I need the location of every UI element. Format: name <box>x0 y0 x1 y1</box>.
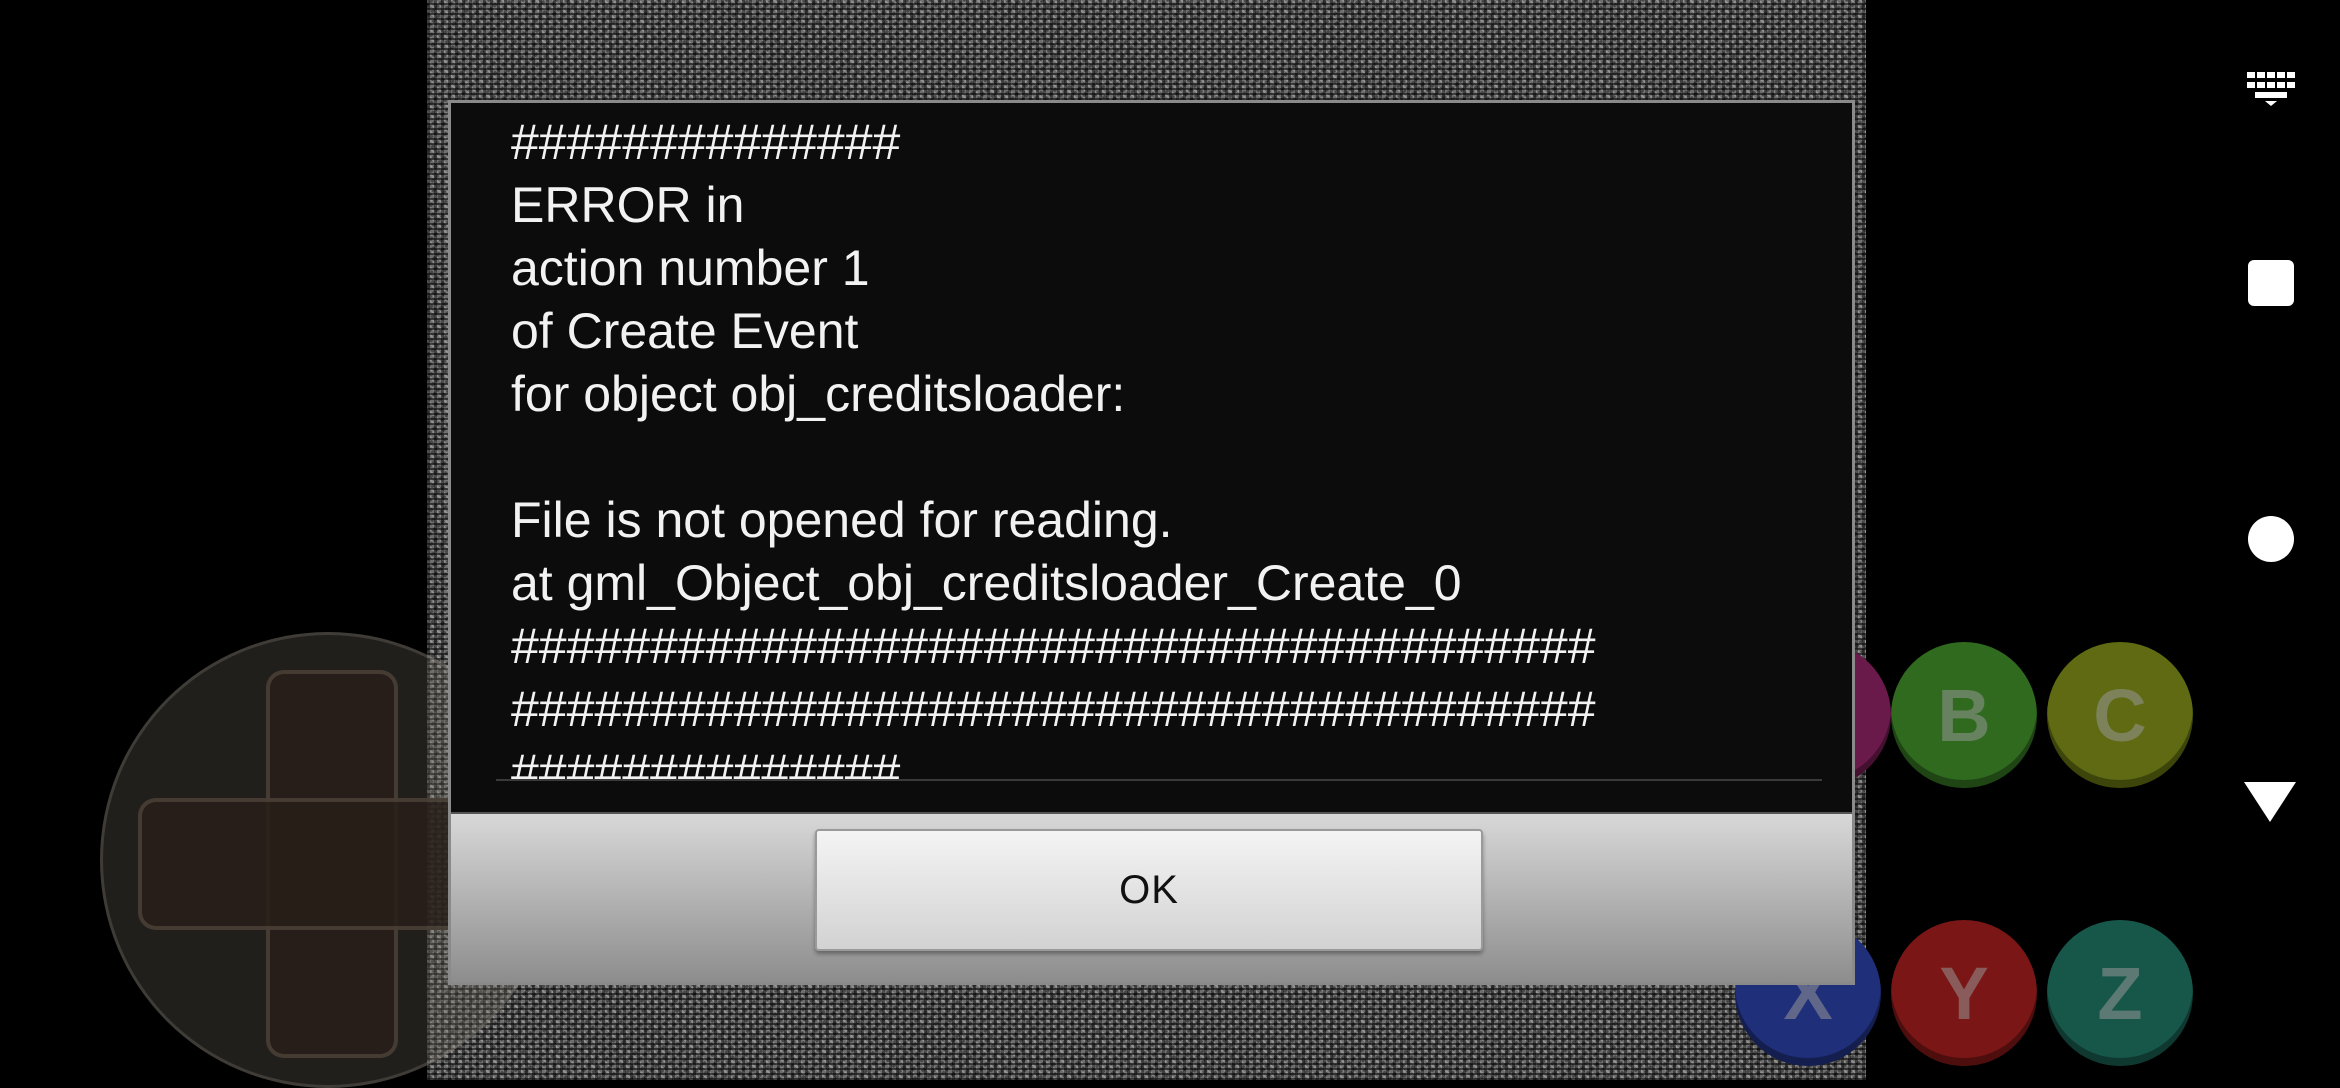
home-icon[interactable] <box>2248 516 2294 562</box>
error-message-line: at gml_Object_obj_creditsloader_Create_0 <box>511 555 1462 611</box>
error-message-line <box>511 426 1822 489</box>
dialog-button-bar: OK <box>451 812 1852 982</box>
message-divider <box>496 779 1822 781</box>
z-button[interactable]: Z <box>2047 920 2193 1066</box>
c-button[interactable]: C <box>2047 642 2193 788</box>
y-button[interactable]: Y <box>1891 920 2037 1066</box>
error-message-line: ####################################### <box>511 681 1596 737</box>
recent-apps-icon[interactable] <box>2248 260 2294 306</box>
back-icon[interactable] <box>2244 782 2296 822</box>
error-message-line: ############## <box>511 114 901 170</box>
error-message-line: of Create Event <box>511 303 859 359</box>
ok-button[interactable]: OK <box>815 829 1483 951</box>
error-message-line: ####################################### <box>511 618 1596 674</box>
error-message-line: File is not opened for reading. <box>511 492 1173 548</box>
error-message-line: ############## <box>511 744 901 781</box>
error-message-line: ERROR in <box>511 177 745 233</box>
error-dialog: ############## ERROR in action number 1 of … <box>448 100 1855 985</box>
system-navbar <box>2180 0 2340 1080</box>
b-button[interactable]: B <box>1891 642 2037 788</box>
error-message-line: action number 1 <box>511 240 870 296</box>
error-message-line: for object obj_creditsloader: <box>511 366 1126 422</box>
error-message: ############## ERROR in action number 1 of … <box>511 111 1822 781</box>
keyboard-icon[interactable] <box>2247 72 2295 106</box>
